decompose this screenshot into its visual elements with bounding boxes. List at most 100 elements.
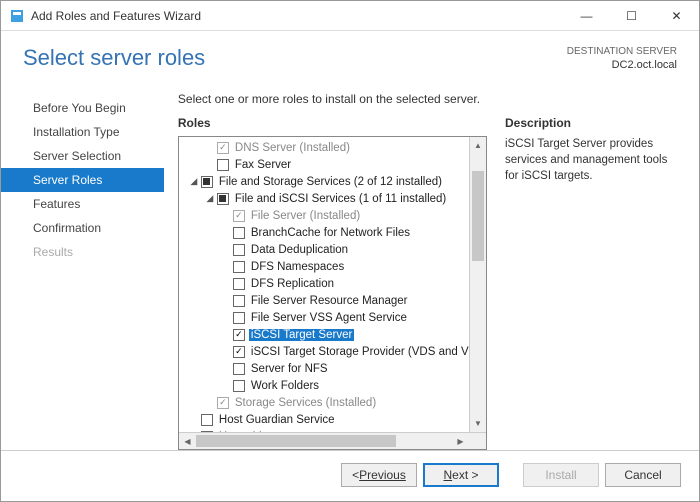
cancel-button[interactable]: Cancel [605, 463, 681, 487]
expander-none [189, 432, 199, 433]
next-button[interactable]: Next > [423, 463, 499, 487]
scroll-left-icon[interactable]: ◀ [179, 433, 196, 449]
roles-tree-container: DNS Server (Installed)Fax Server◢File an… [178, 136, 487, 450]
checkbox[interactable] [217, 193, 229, 205]
checkbox[interactable] [233, 210, 245, 222]
checkbox[interactable] [233, 261, 245, 273]
previous-button[interactable]: < Previous [341, 463, 417, 487]
role-label[interactable]: File and iSCSI Services (1 of 11 install… [233, 193, 448, 205]
description-text: iSCSI Target Server provides services an… [505, 136, 683, 184]
horizontal-scrollbar[interactable]: ◀ ▶ [179, 432, 486, 449]
scroll-up-icon[interactable]: ▲ [470, 137, 486, 154]
role-label[interactable]: iSCSI Target Server [249, 329, 354, 341]
description-column: Description iSCSI Target Server provides… [505, 116, 683, 450]
tree-row[interactable]: Hyper-V [179, 428, 486, 432]
role-label[interactable]: Data Deduplication [249, 244, 350, 256]
tree-row[interactable]: File Server (Installed) [179, 207, 486, 224]
checkbox[interactable] [201, 176, 213, 188]
tree-row[interactable]: File Server VSS Agent Service [179, 309, 486, 326]
role-label[interactable]: Storage Services (Installed) [233, 397, 378, 409]
body-area: Before You BeginInstallation TypeServer … [1, 78, 699, 450]
maximize-button[interactable]: ☐ [609, 1, 654, 31]
checkbox[interactable] [233, 346, 245, 358]
tree-row[interactable]: Storage Services (Installed) [179, 394, 486, 411]
nav-item-server-selection[interactable]: Server Selection [1, 144, 164, 168]
checkbox[interactable] [233, 295, 245, 307]
expander-none [205, 398, 215, 408]
nav-item-server-roles[interactable]: Server Roles [1, 168, 164, 192]
close-button[interactable]: ✕ [654, 1, 699, 31]
scroll-thumb-horizontal[interactable] [196, 435, 396, 447]
expander-none [205, 160, 215, 170]
checkbox[interactable] [217, 142, 229, 154]
scroll-thumb-vertical[interactable] [472, 171, 484, 261]
tree-row[interactable]: DNS Server (Installed) [179, 139, 486, 156]
destination-name: DC2.oct.local [567, 58, 677, 72]
destination-server: DESTINATION SERVER DC2.oct.local [567, 45, 677, 72]
tree-row[interactable]: iSCSI Target Storage Provider (VDS and V… [179, 343, 486, 360]
expander-none [189, 415, 199, 425]
destination-label: DESTINATION SERVER [567, 45, 677, 58]
tree-row[interactable]: File Server Resource Manager [179, 292, 486, 309]
checkbox[interactable] [201, 431, 213, 433]
checkbox[interactable] [233, 244, 245, 256]
app-icon [9, 8, 25, 24]
minimize-button[interactable]: ― [564, 1, 609, 31]
expander-none [205, 143, 215, 153]
tree-row[interactable]: DFS Replication [179, 275, 486, 292]
checkbox[interactable] [233, 227, 245, 239]
role-label[interactable]: File and Storage Services (2 of 12 insta… [217, 176, 444, 188]
scroll-right-icon[interactable]: ▶ [452, 433, 469, 449]
tree-row[interactable]: BranchCache for Network Files [179, 224, 486, 241]
role-label[interactable]: Host Guardian Service [217, 414, 337, 426]
header-area: Select server roles DESTINATION SERVER D… [1, 31, 699, 78]
tree-row[interactable]: ◢ File and iSCSI Services (1 of 11 instal… [179, 190, 486, 207]
role-label[interactable]: Work Folders [249, 380, 321, 392]
nav-item-results: Results [1, 240, 164, 264]
checkbox[interactable] [217, 397, 229, 409]
tree-row[interactable]: Work Folders [179, 377, 486, 394]
role-label[interactable]: Fax Server [233, 159, 293, 171]
checkbox[interactable] [233, 329, 245, 341]
role-label[interactable]: Hyper-V [217, 431, 263, 433]
expander-open-icon[interactable]: ◢ [205, 194, 215, 204]
checkbox[interactable] [233, 312, 245, 324]
instruction-text: Select one or more roles to install on t… [178, 92, 683, 106]
nav-item-confirmation[interactable]: Confirmation [1, 216, 164, 240]
vertical-scrollbar[interactable]: ▲ ▼ [469, 137, 486, 432]
role-label[interactable]: Server for NFS [249, 363, 330, 375]
tree-row[interactable]: Host Guardian Service [179, 411, 486, 428]
scroll-down-icon[interactable]: ▼ [470, 415, 486, 432]
expander-open-icon[interactable]: ◢ [189, 177, 199, 187]
role-label[interactable]: DFS Replication [249, 278, 336, 290]
tree-row[interactable]: Fax Server [179, 156, 486, 173]
roles-column: Roles DNS Server (Installed)Fax Server◢F… [178, 116, 487, 450]
tree-row[interactable]: iSCSI Target Server [179, 326, 486, 343]
expander-none [221, 262, 231, 272]
expander-none [221, 296, 231, 306]
nav-item-installation-type[interactable]: Installation Type [1, 120, 164, 144]
tree-row[interactable]: Data Deduplication [179, 241, 486, 258]
role-label[interactable]: File Server VSS Agent Service [249, 312, 409, 324]
role-label[interactable]: File Server Resource Manager [249, 295, 410, 307]
expander-none [221, 381, 231, 391]
checkbox[interactable] [233, 380, 245, 392]
expander-none [221, 330, 231, 340]
nav-item-features[interactable]: Features [1, 192, 164, 216]
checkbox[interactable] [217, 159, 229, 171]
role-label[interactable]: BranchCache for Network Files [249, 227, 412, 239]
checkbox[interactable] [201, 414, 213, 426]
tree-row[interactable]: Server for NFS [179, 360, 486, 377]
expander-none [221, 245, 231, 255]
tree-row[interactable]: ◢ File and Storage Services (2 of 12 inst… [179, 173, 486, 190]
role-label[interactable]: DFS Namespaces [249, 261, 346, 273]
role-label[interactable]: iSCSI Target Storage Provider (VDS and V… [249, 346, 486, 358]
main-panel: Select one or more roles to install on t… [164, 78, 699, 450]
role-label[interactable]: DNS Server (Installed) [233, 142, 352, 154]
roles-tree[interactable]: DNS Server (Installed)Fax Server◢File an… [179, 137, 486, 432]
checkbox[interactable] [233, 363, 245, 375]
nav-item-before-you-begin[interactable]: Before You Begin [1, 96, 164, 120]
checkbox[interactable] [233, 278, 245, 290]
tree-row[interactable]: DFS Namespaces [179, 258, 486, 275]
role-label[interactable]: File Server (Installed) [249, 210, 362, 222]
